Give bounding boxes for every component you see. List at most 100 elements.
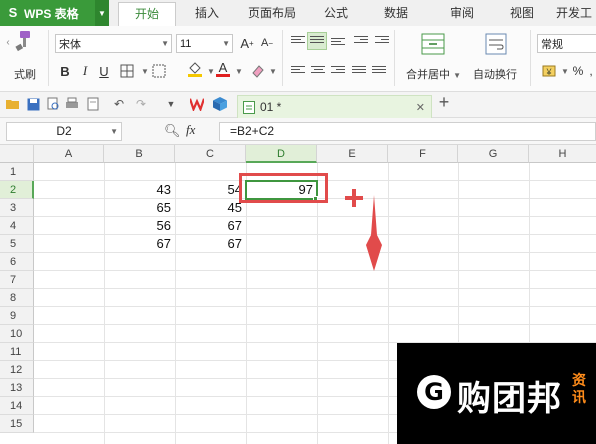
column-header-c[interactable]: C — [175, 145, 246, 163]
open-folder-icon[interactable] — [6, 97, 20, 111]
row-header-9[interactable]: 9 — [0, 307, 34, 325]
merge-cells-icon[interactable] — [150, 62, 168, 80]
row-header-2[interactable]: 2 — [0, 181, 34, 199]
app-menu-button[interactable]: S WPS 表格 ▼ — [0, 0, 109, 26]
wps-logo-icon: S — [8, 5, 18, 20]
cell-c4[interactable]: 67 — [175, 217, 246, 235]
preview-icon[interactable] — [86, 97, 100, 111]
print-preview-icon[interactable] — [46, 97, 60, 111]
column-header-h[interactable]: H — [529, 145, 596, 163]
watermark: G 购团邦 资讯 — [397, 343, 596, 444]
svg-text:¥: ¥ — [545, 67, 552, 77]
tab-home[interactable]: 开始 — [118, 2, 176, 26]
save-icon[interactable] — [26, 97, 40, 111]
print-icon[interactable] — [65, 97, 79, 111]
menu-bar: S WPS 表格 ▼ 开始 插入 页面布局 公式 数据 审阅 视图 开发工 — [0, 0, 596, 26]
undo-icon[interactable]: ↶ — [112, 97, 126, 111]
close-icon[interactable]: ✕ — [416, 101, 425, 114]
align-bottom-icon[interactable] — [331, 36, 347, 50]
formula-bar: D2 ▼ 🔍︎ fx =B2+C2 — [0, 118, 596, 145]
chevron-down-icon: ▼ — [95, 0, 109, 26]
number-format-select[interactable]: 常规 — [537, 34, 596, 53]
cell-c2[interactable]: 54 — [175, 181, 246, 199]
merge-center-label[interactable]: 合并居中 ▼ — [406, 66, 461, 82]
wrap-text-label[interactable]: 自动换行 — [473, 66, 517, 82]
row-header-6[interactable]: 6 — [0, 253, 34, 271]
tab-developer[interactable]: 开发工 — [556, 0, 596, 26]
decrease-font-icon[interactable]: A − — [258, 34, 276, 52]
align-left-icon[interactable] — [291, 64, 307, 78]
cell-b5[interactable]: 67 — [104, 235, 175, 253]
column-header-g[interactable]: G — [458, 145, 529, 163]
row-header-3[interactable]: 3 — [0, 199, 34, 217]
row-header-14[interactable]: 14 — [0, 397, 34, 415]
cell-c5[interactable]: 67 — [175, 235, 246, 253]
column-header-f[interactable]: F — [388, 145, 458, 163]
comma-button[interactable]: , — [586, 62, 596, 80]
cell-b2[interactable]: 43 — [104, 181, 175, 199]
column-header-e[interactable]: E — [317, 145, 388, 163]
align-middle-icon[interactable] — [307, 32, 327, 50]
justify-icon[interactable] — [352, 64, 368, 78]
chevron-down-icon[interactable]: ▼ — [230, 62, 248, 80]
chevron-down-icon: ▼ — [453, 71, 461, 80]
cell-c3[interactable]: 45 — [175, 199, 246, 217]
tab-page-layout[interactable]: 页面布局 — [240, 0, 304, 26]
formula-input[interactable]: =B2+C2 — [219, 122, 596, 141]
tab-data[interactable]: 数据 — [374, 0, 418, 26]
tab-view[interactable]: 视图 — [500, 0, 544, 26]
format-painter-label[interactable]: 式刷 — [14, 66, 36, 82]
font-name-select[interactable]: 宋体 ▼ — [55, 34, 172, 53]
name-box[interactable]: D2 ▼ — [6, 122, 122, 141]
cell-b4[interactable]: 56 — [104, 217, 175, 235]
format-painter-icon[interactable] — [12, 30, 34, 52]
row-header-11[interactable]: 11 — [0, 343, 34, 361]
align-right-icon[interactable] — [331, 64, 347, 78]
cloud-cube-icon[interactable] — [213, 97, 227, 111]
outdent-icon[interactable] — [354, 34, 370, 48]
italic-button[interactable]: I — [76, 62, 94, 80]
row-header-10[interactable]: 10 — [0, 325, 34, 343]
name-box-value: D2 — [56, 124, 72, 138]
document-tab[interactable]: 01 * ✕ — [237, 95, 432, 118]
row-header-5[interactable]: 5 — [0, 235, 34, 253]
merge-center-icon[interactable] — [420, 32, 446, 56]
fx-button[interactable]: fx — [186, 122, 195, 138]
distributed-icon[interactable] — [372, 64, 388, 78]
bold-button[interactable]: B — [56, 62, 74, 80]
row-header-15[interactable]: 15 — [0, 415, 34, 433]
indent-icon[interactable] — [375, 34, 391, 48]
tab-insert[interactable]: 插入 — [183, 0, 231, 26]
row-header-12[interactable]: 12 — [0, 361, 34, 379]
scroll-left-icon[interactable]: ‹ — [4, 32, 12, 52]
row-header-7[interactable]: 7 — [0, 271, 34, 289]
row-header-13[interactable]: 13 — [0, 379, 34, 397]
redo-icon[interactable]: ↷ — [134, 97, 148, 111]
watermark-logo-icon: G — [417, 375, 451, 409]
tab-formulas[interactable]: 公式 — [314, 0, 358, 26]
row-header-1[interactable]: 1 — [0, 163, 34, 181]
cell-b3[interactable]: 65 — [104, 199, 175, 217]
align-center-icon[interactable] — [311, 64, 327, 78]
quick-access-toolbar: ↶ ↷ ▼ 01 * ✕ + — [0, 92, 596, 118]
row-header-8[interactable]: 8 — [0, 289, 34, 307]
wps-logo-icon[interactable] — [190, 97, 204, 111]
chevron-down-icon[interactable]: ▼ — [164, 97, 178, 111]
row-header-4[interactable]: 4 — [0, 217, 34, 235]
align-top-icon[interactable] — [291, 34, 307, 48]
new-tab-icon[interactable]: + — [437, 92, 451, 112]
borders-icon[interactable] — [118, 62, 136, 80]
tab-review[interactable]: 审阅 — [440, 0, 484, 26]
column-header-d[interactable]: D — [246, 145, 317, 163]
underline-button[interactable]: U — [95, 62, 113, 80]
select-all-corner[interactable] — [0, 145, 34, 163]
column-header-a[interactable]: A — [34, 145, 104, 163]
wrap-text-icon[interactable] — [484, 32, 508, 56]
chevron-down-icon[interactable]: ▼ — [264, 62, 282, 80]
percent-button[interactable]: % — [569, 62, 587, 80]
increase-font-icon[interactable]: A + — [238, 34, 256, 52]
arrow-down-icon — [365, 195, 383, 276]
font-size-select[interactable]: 11 ▼ — [176, 34, 233, 53]
zoom-search-icon[interactable]: 🔍︎ — [164, 123, 181, 139]
column-header-b[interactable]: B — [104, 145, 175, 163]
